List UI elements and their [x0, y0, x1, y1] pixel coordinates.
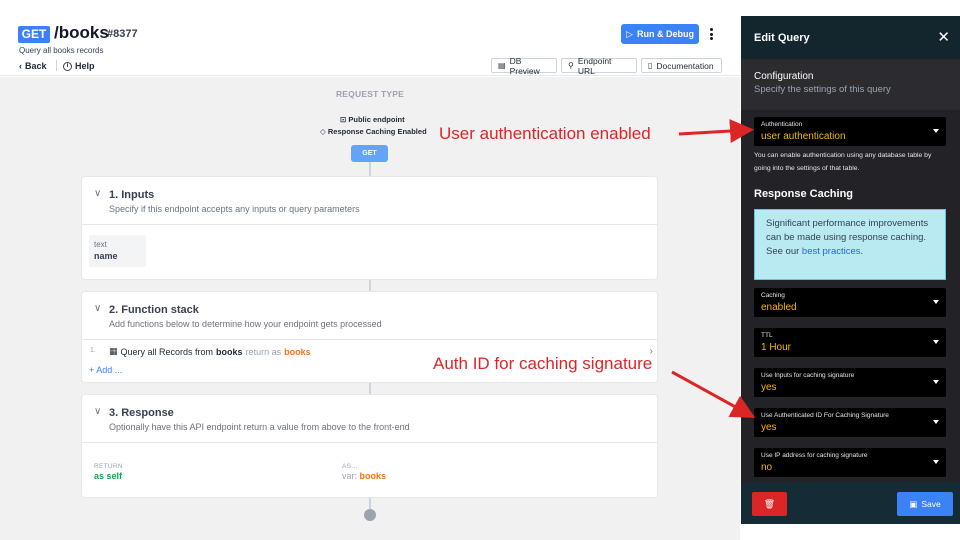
caret-down-icon: [933, 300, 939, 304]
use-auth-id-select[interactable]: Use Authenticated ID For Caching Signatu…: [754, 408, 946, 437]
authentication-label: Authentication: [761, 121, 803, 128]
documentation-label: Documentation: [656, 60, 714, 71]
caret-down-icon: [933, 380, 939, 384]
inputs-card-header[interactable]: ∨ 1. Inputs Specify if this endpoint acc…: [82, 177, 657, 225]
endpoint-editor: GET /books #8377 Query all books records…: [0, 0, 740, 540]
save-label: Save: [921, 499, 941, 509]
function-stack-header[interactable]: ∨ 2. Function stack Add functions below …: [82, 292, 657, 340]
back-label: Back: [25, 61, 47, 71]
db-preview-button[interactable]: ▤ DB Preview: [491, 55, 557, 76]
annotation-auth: User authentication enabled: [439, 124, 651, 143]
request-verb-pill[interactable]: GET: [351, 145, 388, 162]
response-card-header[interactable]: ∨ 3. Response Optionally have this API e…: [82, 395, 657, 443]
as-label: AS...: [342, 463, 358, 470]
function-row-number: 1.: [90, 347, 96, 354]
endpoint-url-label: Endpoint URL: [577, 55, 612, 76]
response-subtitle: Optionally have this API endpoint return…: [109, 422, 410, 432]
connector-line: [369, 280, 371, 291]
screenshot-root: GET /books #8377 Query all books records…: [0, 0, 960, 540]
save-icon: ▣: [909, 498, 918, 509]
function-canvas: REQUEST TYPE ⊡ Public endpoint ◇ Respons…: [0, 77, 740, 540]
db-preview-label: DB Preview: [509, 55, 540, 76]
inputs-title: 1. Inputs: [109, 189, 155, 201]
public-endpoint-flag: ⊡ Public endpoint: [340, 115, 405, 124]
input-name: name: [94, 251, 118, 261]
chevron-left-icon: ‹: [19, 61, 22, 71]
add-function-link[interactable]: + Add ...: [89, 365, 122, 375]
endpoint-description: Query all books records: [19, 46, 104, 55]
endpoint-id: #8377: [107, 28, 138, 40]
flow-end-dot: [364, 509, 376, 521]
configuration-section: Configuration Specify the settings of th…: [741, 59, 960, 110]
save-button[interactable]: ▣ Save: [897, 492, 953, 516]
run-debug-label: Run & Debug: [636, 29, 694, 39]
configuration-subtitle: Specify the settings of this query: [754, 84, 891, 95]
authentication-note: You can enable authentication using any …: [754, 152, 932, 172]
connector-line: [369, 162, 371, 176]
connector-line: [369, 498, 371, 509]
database-icon: ▤: [498, 61, 506, 70]
delete-button[interactable]: 🗑: [752, 492, 787, 516]
configuration-title: Configuration: [754, 71, 814, 82]
back-link[interactable]: ‹ Back: [19, 61, 47, 71]
return-value[interactable]: as self: [94, 471, 122, 481]
input-type: text: [94, 240, 107, 249]
caching-info-box: Significant performance improvements can…: [754, 209, 946, 280]
caret-down-icon: [933, 129, 939, 133]
response-title: 3. Response: [109, 407, 174, 419]
trash-icon: 🗑: [763, 499, 776, 509]
connector-line: [369, 383, 371, 394]
function-row-text: ▦ Query all Records from books return as…: [109, 346, 311, 357]
table-icon: ▦: [109, 346, 118, 356]
endpoint-url-button[interactable]: ⚲ Endpoint URL: [561, 55, 637, 76]
run-debug-button[interactable]: ▷ Run & Debug: [621, 24, 699, 44]
caching-select[interactable]: Caching enabled: [754, 288, 946, 317]
authentication-value: user authentication: [761, 131, 846, 142]
as-value[interactable]: var: books: [342, 471, 386, 481]
chevron-down-icon: ∨: [94, 188, 102, 199]
function-stack-title: 2. Function stack: [109, 304, 199, 316]
use-inputs-select[interactable]: Use Inputs for caching signature yes: [754, 368, 946, 397]
chevron-down-icon: ∨: [94, 406, 102, 417]
response-caching-flag: ◇ Response Caching Enabled: [320, 127, 427, 136]
use-ip-select[interactable]: Use IP address for caching signature no: [754, 448, 946, 477]
return-label: RETURN: [94, 463, 123, 470]
inputs-card: ∨ 1. Inputs Specify if this endpoint acc…: [81, 176, 658, 280]
link-icon: ⚲: [568, 61, 574, 70]
plus-icon: +: [89, 365, 95, 375]
shield-icon: ◇: [320, 127, 326, 136]
annotation-caching: Auth ID for caching signature: [433, 354, 653, 373]
edit-query-panel: Edit Query ✕ Configuration Specify the s…: [741, 16, 960, 524]
caret-down-icon: [933, 460, 939, 464]
chevron-down-icon: ∨: [94, 303, 102, 314]
panel-title: Edit Query: [754, 32, 810, 44]
help-link[interactable]: i Help: [63, 61, 95, 71]
authentication-select[interactable]: Authentication user authentication: [754, 117, 946, 146]
close-icon[interactable]: ✕: [937, 28, 950, 46]
documentation-button[interactable]: ▯ Documentation: [641, 58, 722, 73]
function-stack-subtitle: Add functions below to determine how you…: [109, 319, 382, 329]
play-icon: ▷: [626, 28, 633, 39]
info-icon: i: [63, 61, 72, 71]
response-card: ∨ 3. Response Optionally have this API e…: [81, 394, 658, 498]
best-practices-link[interactable]: best practices: [802, 246, 861, 257]
verb-badge: GET: [18, 26, 50, 43]
endpoint-path: /books: [54, 23, 109, 42]
caret-down-icon: [933, 420, 939, 424]
divider: [56, 60, 57, 71]
inputs-subtitle: Specify if this endpoint accepts any inp…: [109, 204, 360, 214]
panel-header: Edit Query ✕: [741, 16, 960, 59]
help-label: Help: [75, 61, 95, 71]
request-type-label: REQUEST TYPE: [335, 89, 405, 99]
response-caching-title: Response Caching: [754, 188, 854, 200]
document-icon: ▯: [648, 61, 653, 70]
caret-down-icon: [933, 340, 939, 344]
input-chip-name[interactable]: text name: [89, 235, 146, 267]
ttl-select[interactable]: TTL 1 Hour: [754, 328, 946, 357]
more-menu-icon[interactable]: [707, 25, 715, 43]
endpoint-header: GET /books #8377 Query all books records…: [0, 0, 740, 76]
panel-footer: 🗑 ▣ Save: [741, 482, 960, 524]
unlock-icon: ⊡: [340, 115, 347, 124]
